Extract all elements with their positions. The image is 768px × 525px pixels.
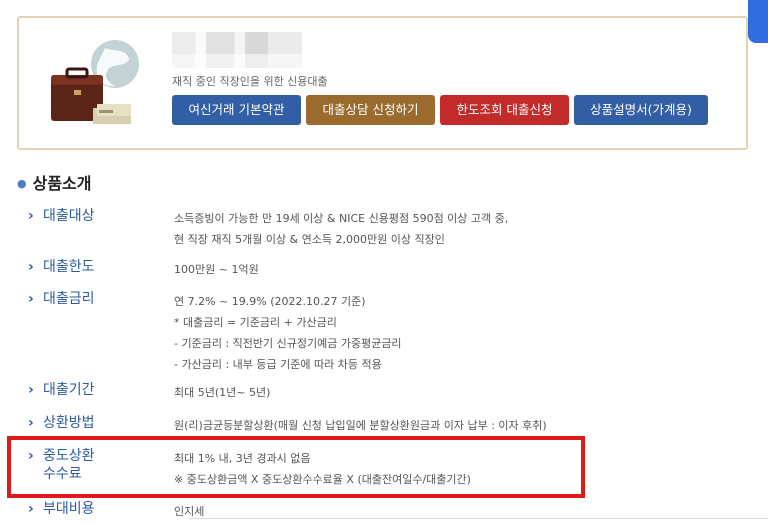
- row-text: - 가산금리 : 내부 등급 기준에 따라 차등 적용: [174, 358, 382, 371]
- row-text: 원(리)금균등분할상환(매월 신청 납입일에 분할상환원금과 이자 납부 : 이…: [174, 419, 547, 432]
- side-panel-tab[interactable]: [748, 0, 768, 43]
- row-text: 연 7.2% ~ 19.9% (2022.10.27 기준): [174, 295, 366, 308]
- highlight-box: [7, 436, 585, 498]
- row-label: 부대비용: [43, 501, 95, 517]
- section-title: ● 상품소개: [17, 174, 92, 193]
- chevron-right-icon: ›: [28, 291, 34, 307]
- limit-check-apply-button[interactable]: 한도조회 대출신청: [440, 95, 569, 125]
- row-label: 대출대상: [43, 208, 95, 224]
- divider: [189, 518, 768, 519]
- product-summary-card: 재직 중인 직장인을 위한 신용대출 여신거래 기본약관 대출상담 신청하기 한…: [17, 16, 748, 150]
- row-label: 대출기간: [43, 382, 95, 398]
- row-text: * 대출금리 = 기준금리 + 가산금리: [174, 316, 337, 329]
- chevron-right-icon: ›: [28, 382, 34, 398]
- row-text: 소득증빙이 가능한 만 19세 이상 & NICE 신용평점 590점 이상 고…: [174, 212, 509, 225]
- consultation-request-button[interactable]: 대출상담 신청하기: [306, 95, 435, 125]
- loan-terms-button[interactable]: 여신거래 기본약관: [172, 95, 301, 125]
- product-name-redacted: [172, 32, 302, 68]
- chevron-right-icon: ›: [28, 415, 34, 431]
- chevron-right-icon: ›: [28, 259, 34, 275]
- chevron-right-icon: ›: [28, 208, 34, 224]
- row-label: 대출한도: [43, 259, 95, 275]
- bullet-dot-icon: ●: [17, 177, 27, 190]
- briefcase-money-icon: [51, 40, 139, 124]
- row-text: 100만원 ~ 1억원: [174, 263, 259, 276]
- row-label: 대출금리: [43, 291, 95, 307]
- chevron-right-icon: ›: [28, 501, 34, 517]
- row-text: 최대 5년(1년~ 5년): [174, 386, 271, 399]
- product-subtitle: 재직 중인 직장인을 위한 신용대출: [172, 75, 328, 88]
- product-description-button[interactable]: 상품설명서(가계용): [574, 95, 708, 125]
- row-label: 상환방법: [43, 415, 95, 431]
- row-text: - 기준금리 : 직전반기 신규정기예금 가중평균금리: [174, 337, 402, 350]
- row-text: 현 직장 재직 5개월 이상 & 연소득 2,000만원 이상 직장인: [174, 233, 445, 246]
